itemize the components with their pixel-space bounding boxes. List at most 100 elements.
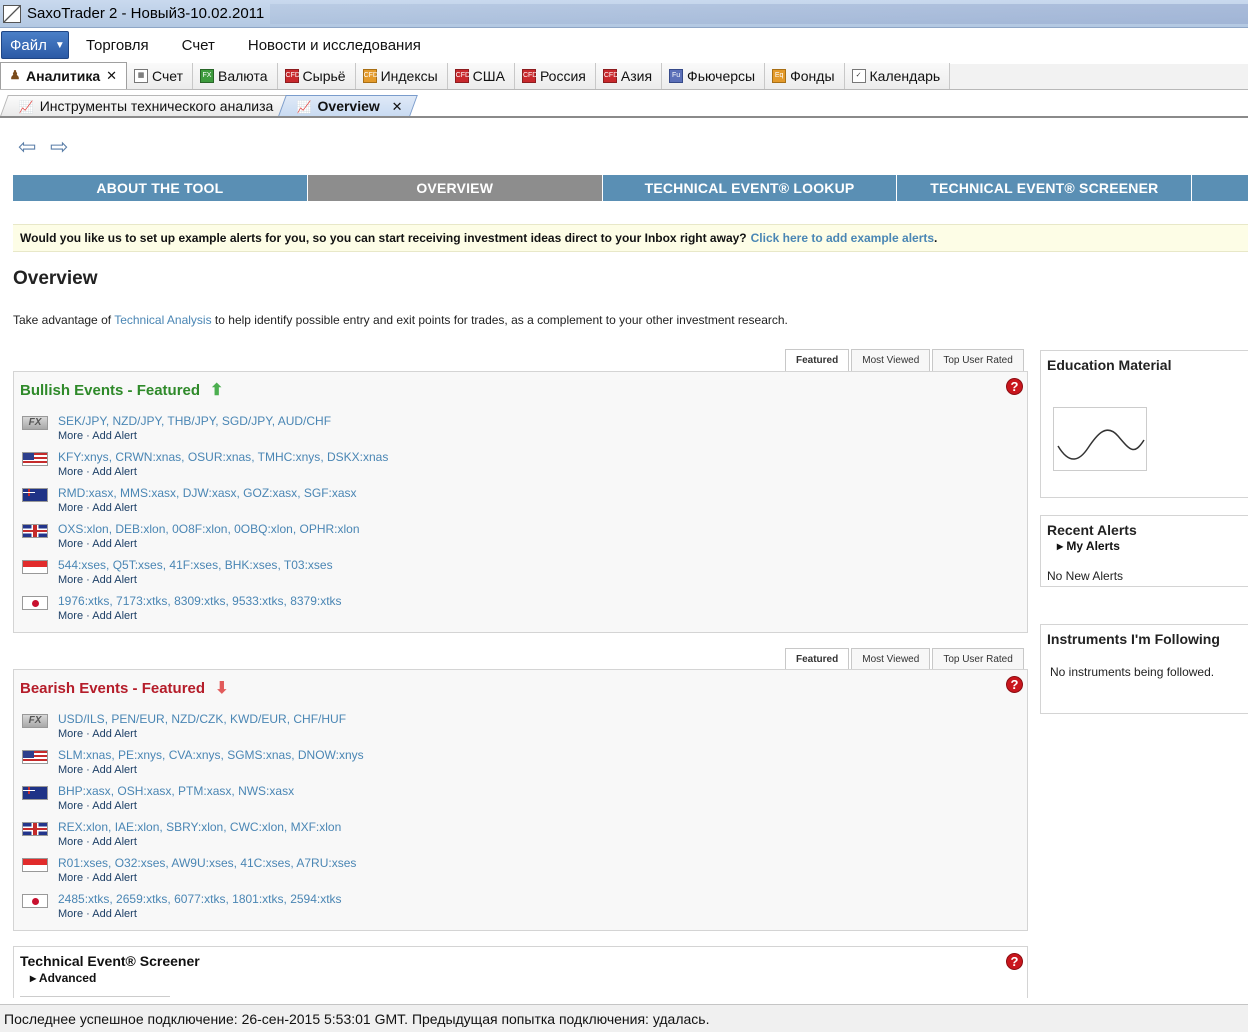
symbol-link[interactable]: DJW:xasx — [183, 486, 237, 500]
add-alert-link[interactable]: Add Alert — [92, 836, 137, 848]
symbol-link[interactable]: 2659:xtks — [116, 892, 167, 906]
technical-analysis-link[interactable]: Technical Analysis — [114, 313, 211, 327]
symbol-link[interactable]: PTM:xasx — [178, 784, 231, 798]
add-alert-link[interactable]: Add Alert — [92, 466, 137, 478]
symbol-link[interactable]: 6077:xtks — [174, 892, 225, 906]
symbol-link[interactable]: OSH:xasx — [117, 784, 171, 798]
symbol-link[interactable]: KFY:xnys — [58, 450, 109, 464]
symbol-link[interactable]: DEB:xlon — [115, 522, 165, 536]
nav-overview[interactable]: OVERVIEW — [307, 175, 602, 201]
nav-event-screener[interactable]: TECHNICAL EVENT® SCREENER — [897, 175, 1192, 201]
tab-top-user-rated[interactable]: Top User Rated — [932, 648, 1024, 670]
help-icon[interactable]: ? — [1006, 676, 1023, 693]
symbol-link[interactable]: 2594:xtks — [290, 892, 341, 906]
more-link[interactable]: More — [58, 430, 83, 442]
more-link[interactable]: More — [58, 908, 83, 920]
add-alert-link[interactable]: Add Alert — [92, 538, 137, 550]
symbol-link[interactable]: 8379:xtks — [290, 594, 341, 608]
symbol-link[interactable]: 0OBQ:xlon — [234, 522, 293, 536]
symbol-link[interactable]: NWS:xasx — [238, 784, 294, 798]
symbol-link[interactable]: O32:xses — [115, 856, 166, 870]
tab-calendar[interactable]: ✓ Календарь — [844, 63, 951, 89]
tab-russia[interactable]: CFD Россия — [514, 63, 596, 89]
more-link[interactable]: More — [58, 764, 83, 776]
add-alert-link[interactable]: Add Alert — [92, 872, 137, 884]
tab-currency[interactable]: FX Валюта — [193, 63, 278, 89]
add-alert-link[interactable]: Add Alert — [92, 430, 137, 442]
symbol-link[interactable]: SLM:xnas — [58, 748, 111, 762]
more-link[interactable]: More — [58, 728, 83, 740]
more-link[interactable]: More — [58, 466, 83, 478]
nav-about-tool[interactable]: ABOUT THE TOOL — [13, 175, 307, 201]
tab-technical-tools[interactable]: 📈 Инструменты технического анализа — [0, 95, 289, 116]
symbol-link[interactable]: DSKX:xnas — [327, 450, 388, 464]
menu-file-button[interactable]: Файл ▼ — [1, 31, 69, 59]
more-link[interactable]: More — [58, 574, 83, 586]
more-link[interactable]: More — [58, 872, 83, 884]
menu-trading[interactable]: Торговля — [86, 37, 149, 54]
tab-funds[interactable]: Eq Фонды — [765, 63, 845, 89]
back-arrow-icon[interactable]: ⇦ — [18, 134, 38, 160]
tab-commodities[interactable]: CFD Сырьё — [277, 63, 356, 89]
symbol-link[interactable]: 41C:xses — [240, 856, 290, 870]
add-example-alerts-link[interactable]: Click here to add example alerts — [751, 231, 934, 245]
tab-most-viewed[interactable]: Most Viewed — [851, 349, 931, 371]
close-icon[interactable]: ✕ — [392, 99, 403, 114]
more-link[interactable]: More — [58, 538, 83, 550]
symbol-link[interactable]: MXF:xlon — [291, 820, 342, 834]
more-link[interactable]: More — [58, 610, 83, 622]
symbol-link[interactable]: 8309:xtks — [174, 594, 225, 608]
symbol-link[interactable]: PEN/EUR — [111, 712, 164, 726]
symbol-link[interactable]: 544:xses — [58, 558, 106, 572]
symbol-link[interactable]: CWC:xlon — [230, 820, 284, 834]
advanced-toggle[interactable]: ▸ Advanced — [30, 971, 96, 985]
tab-overview[interactable]: 📈 Overview ✕ — [278, 95, 419, 116]
symbol-link[interactable]: 2485:xtks — [58, 892, 109, 906]
symbol-link[interactable]: IAE:xlon — [115, 820, 160, 834]
forward-arrow-icon[interactable]: ⇨ — [50, 134, 70, 160]
add-alert-link[interactable]: Add Alert — [92, 574, 137, 586]
symbol-link[interactable]: SGD/JPY — [222, 414, 272, 428]
symbol-link[interactable]: REX:xlon — [58, 820, 108, 834]
tab-account[interactable]: ▦ Счет — [127, 63, 193, 89]
symbol-link[interactable]: BHK:xses — [225, 558, 278, 572]
symbol-link[interactable]: SGF:xasx — [304, 486, 357, 500]
tab-analytics[interactable]: ♟ Аналитика ✕ — [0, 62, 128, 89]
tab-featured[interactable]: Featured — [785, 349, 850, 371]
symbol-link[interactable]: 41F:xses — [169, 558, 218, 572]
symbol-link[interactable]: A7RU:xses — [296, 856, 356, 870]
more-link[interactable]: More — [58, 800, 83, 812]
tab-usa[interactable]: CFD США — [447, 63, 515, 89]
symbol-link[interactable]: PE:xnys — [118, 748, 162, 762]
symbol-link[interactable]: OSUR:xnas — [188, 450, 251, 464]
add-alert-link[interactable]: Add Alert — [92, 502, 137, 514]
symbol-link[interactable]: Q5T:xses — [113, 558, 163, 572]
symbol-link[interactable]: 1976:xtks — [58, 594, 109, 608]
symbol-link[interactable]: RMD:xasx — [58, 486, 113, 500]
add-alert-link[interactable]: Add Alert — [92, 728, 137, 740]
tab-asia[interactable]: CFD Азия — [595, 63, 663, 89]
education-thumbnail[interactable] — [1053, 407, 1147, 471]
symbol-link[interactable]: SGMS:xnas — [227, 748, 291, 762]
tab-futures[interactable]: Fu Фьючерсы — [662, 63, 766, 89]
symbol-link[interactable]: TMHC:xnys — [258, 450, 321, 464]
tab-indices[interactable]: CFD Индексы — [355, 63, 448, 89]
symbol-link[interactable]: CRWN:xnas — [115, 450, 181, 464]
symbol-link[interactable]: BHP:xasx — [58, 784, 111, 798]
symbol-link[interactable]: KWD/EUR — [230, 712, 287, 726]
close-icon[interactable]: ✕ — [106, 68, 117, 84]
symbol-link[interactable]: R01:xses — [58, 856, 108, 870]
symbol-link[interactable]: DNOW:xnys — [298, 748, 364, 762]
symbol-link[interactable]: OPHR:xlon — [299, 522, 359, 536]
symbol-link[interactable]: 7173:xtks — [116, 594, 167, 608]
symbol-link[interactable]: MMS:xasx — [120, 486, 176, 500]
menu-account[interactable]: Счет — [182, 37, 215, 54]
symbol-link[interactable]: T03:xses — [284, 558, 333, 572]
symbol-link[interactable]: 0O8F:xlon — [172, 522, 227, 536]
symbol-link[interactable]: USD/ILS — [58, 712, 105, 726]
symbol-link[interactable]: THB/JPY — [167, 414, 215, 428]
more-link[interactable]: More — [58, 836, 83, 848]
menu-news-research[interactable]: Новости и исследования — [248, 37, 421, 54]
symbol-link[interactable]: CVA:xnys — [169, 748, 221, 762]
nav-more[interactable] — [1192, 175, 1248, 201]
